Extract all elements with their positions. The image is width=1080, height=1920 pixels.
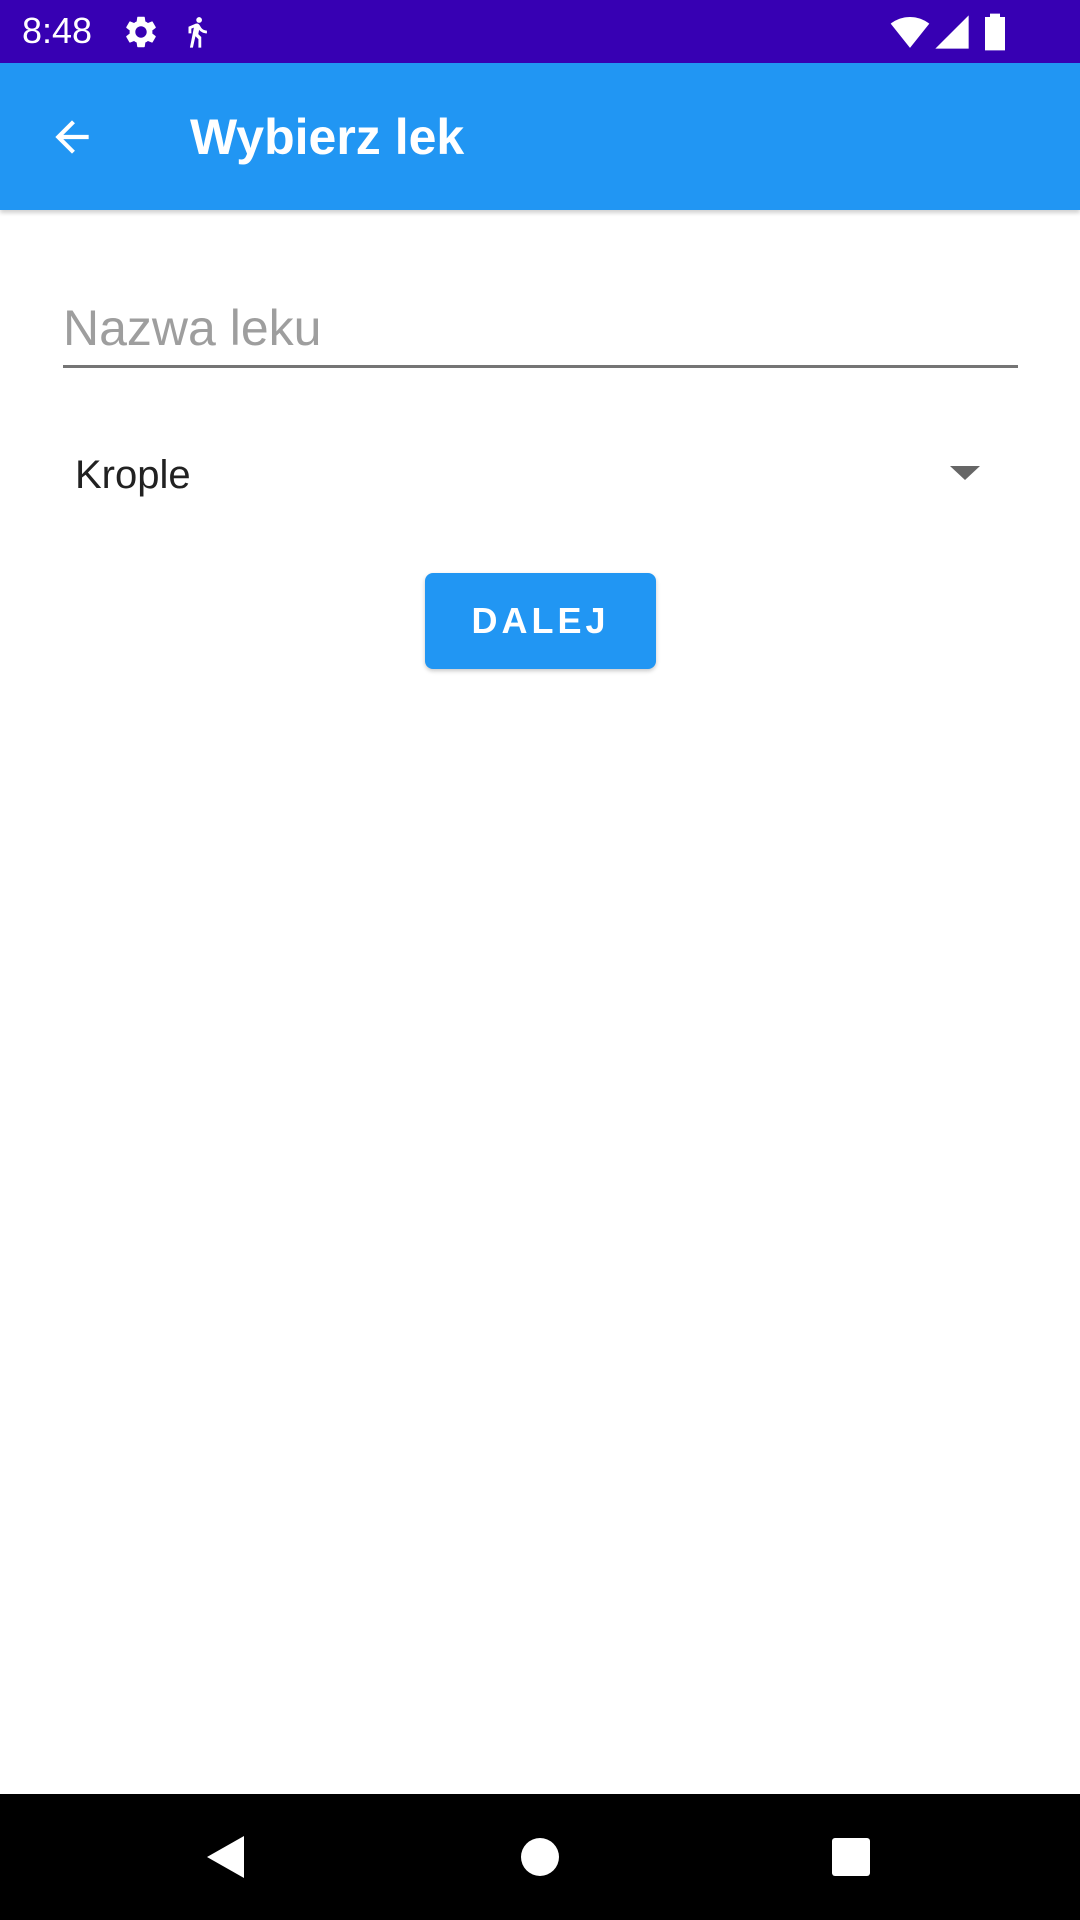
nav-home-button[interactable] [500,1817,580,1897]
recents-square-icon [832,1838,870,1876]
screen: 8:48 Wybierz lek Krople DALE [0,0,1080,1920]
nav-back-button[interactable] [185,1817,265,1897]
arrow-left-icon [55,120,89,154]
dropdown-selected-value: Krople [75,453,191,497]
next-button[interactable]: DALEJ [425,573,656,669]
walking-person-icon [188,17,207,48]
medicine-type-dropdown[interactable]: Krople [63,440,1018,510]
medicine-name-input[interactable] [63,290,1018,368]
wifi-icon [890,17,930,48]
navigation-bar [0,1794,1080,1920]
status-bar: 8:48 [0,0,1080,63]
status-time: 8:48 [22,10,93,51]
nav-recents-button[interactable] [811,1817,891,1897]
cell-signal-icon [935,15,969,49]
dropdown-arrow-icon [950,466,980,480]
home-circle-icon [521,1838,559,1876]
battery-icon [985,13,1005,51]
back-triangle-icon [207,1836,244,1878]
back-button[interactable] [26,91,118,183]
gear-icon [126,16,156,48]
page-title: Wybierz lek [190,109,465,165]
app-bar: Wybierz lek [0,63,1080,210]
